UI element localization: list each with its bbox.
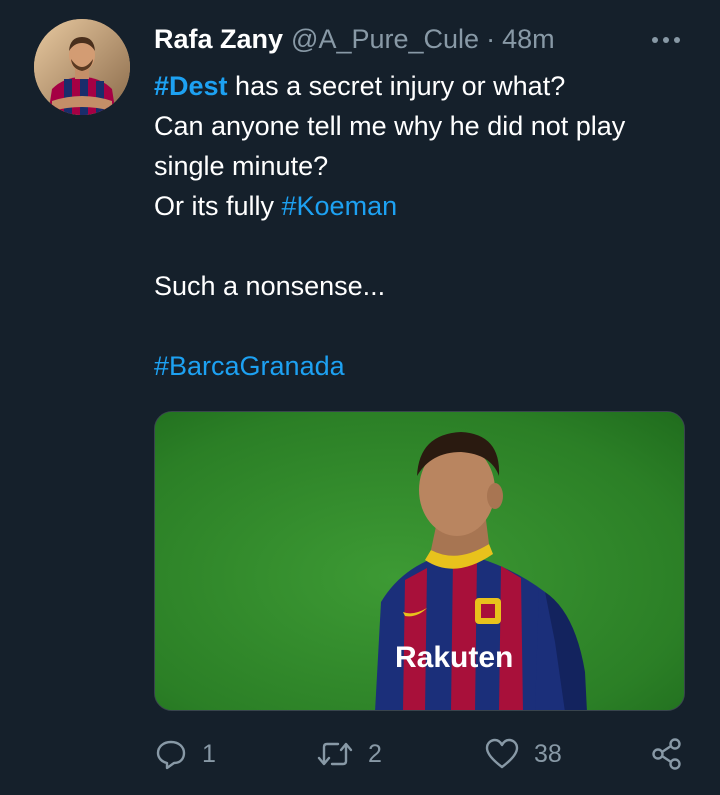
author-name[interactable]: Rafa Zany — [154, 24, 283, 55]
retweet-count: 2 — [368, 739, 382, 768]
share-icon — [652, 738, 681, 770]
like-button[interactable]: 38 — [484, 732, 562, 776]
reply-button[interactable]: 1 — [154, 732, 216, 776]
tweet-timestamp[interactable]: 48m — [502, 24, 555, 55]
tweet-text: #Dest has a secret injury or what? Can a… — [154, 66, 694, 386]
share-button[interactable] — [650, 732, 684, 776]
hashtag-link[interactable]: #Dest — [154, 71, 228, 101]
author-handle[interactable]: @A_Pure_Cule — [291, 24, 479, 55]
tweet-line: #Dest has a secret injury or what? — [154, 66, 694, 106]
more-horizontal-icon — [652, 37, 680, 43]
tweet-line-text: has a secret injury or what? — [227, 71, 566, 101]
retweet-icon — [317, 742, 353, 766]
tweet-header: Rafa Zany @A_Pure_Cule · 48m — [154, 19, 555, 59]
jersey-sponsor-text: Rakuten — [395, 641, 513, 674]
tweet-line: Can anyone tell me why he did not play — [154, 111, 626, 141]
avatar[interactable] — [34, 19, 130, 115]
avatar-image — [34, 19, 130, 115]
heart-icon — [485, 738, 519, 769]
retweet-button[interactable]: 2 — [316, 732, 382, 776]
separator-dot: · — [486, 23, 496, 54]
tweet-line: Or its fully #Koeman — [154, 186, 694, 226]
hashtag-link[interactable]: #Koeman — [282, 191, 398, 221]
tweet-media-photo[interactable]: Rakuten — [154, 411, 685, 711]
tweet-line: #BarcaGranada — [154, 346, 694, 386]
reply-count: 1 — [202, 739, 216, 768]
hashtag-link[interactable]: #BarcaGranada — [154, 351, 345, 381]
like-count: 38 — [534, 739, 562, 768]
player-photo: Rakuten — [155, 412, 684, 710]
reply-icon — [156, 740, 186, 770]
tweet-line: single minute? — [154, 151, 329, 181]
tweet-line-text: Or its fully — [154, 191, 282, 221]
tweet-actions: 1 2 38 — [154, 732, 694, 776]
tweet-line: Such a nonsense... — [154, 271, 386, 301]
more-options-button[interactable] — [646, 26, 686, 54]
